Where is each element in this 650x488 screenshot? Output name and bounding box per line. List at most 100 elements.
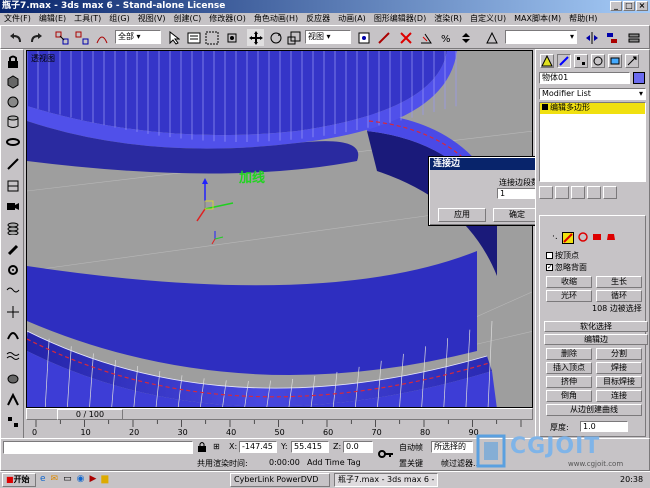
configure-sets-icon[interactable] — [603, 185, 617, 199]
menu-edit[interactable]: 编辑(E) — [35, 13, 70, 25]
split-button[interactable]: 分割 — [596, 348, 642, 360]
bind-space-warp-icon[interactable] — [93, 29, 110, 46]
tab-create[interactable] — [540, 54, 554, 68]
menu-animation[interactable]: 动画(A) — [334, 13, 370, 25]
select-and-link-icon[interactable] — [53, 29, 70, 46]
menu-graph-editors[interactable]: 图形编辑器(D) — [370, 13, 430, 25]
menu-customize[interactable]: 自定义(U) — [466, 13, 510, 25]
by-vertex-checkbox[interactable]: 按顶点 — [546, 250, 579, 261]
wave-icon[interactable] — [4, 282, 22, 298]
modifier-list-dropdown[interactable]: Modifier List ▾ — [539, 88, 646, 100]
system-icon[interactable] — [4, 414, 22, 430]
tab-display[interactable] — [608, 54, 622, 68]
redo-icon[interactable] — [27, 29, 44, 46]
align-icon[interactable] — [603, 29, 620, 46]
spacewarp-icon[interactable] — [4, 326, 22, 342]
shape-icon[interactable] — [4, 392, 22, 408]
menu-modifiers[interactable]: 修改器(O) — [205, 13, 250, 25]
weld-button[interactable]: 焊接 — [596, 362, 642, 374]
soft-selection-rollout-header[interactable]: 软化选择 — [544, 321, 648, 332]
rectangular-selection-icon[interactable] — [203, 29, 220, 46]
taskbar-item-3dsmax[interactable]: 瓶子7.max - 3ds max 6 - — [334, 473, 438, 487]
desktop-icon[interactable]: ▭ — [63, 474, 72, 484]
polygon-icon[interactable] — [592, 232, 602, 245]
camera-icon[interactable] — [4, 198, 22, 214]
teapot-icon[interactable] — [4, 370, 22, 386]
maxscript-listener-mini[interactable] — [3, 441, 193, 454]
menu-help[interactable]: 帮助(H) — [565, 13, 601, 25]
close-button[interactable]: × — [636, 1, 648, 11]
lock-selection-icon[interactable] — [197, 441, 207, 453]
x-coordinate-field[interactable]: -147.45 — [239, 441, 277, 453]
select-and-scale-icon[interactable] — [285, 29, 302, 46]
folder-icon[interactable]: ▆ — [101, 474, 108, 484]
z-coordinate-field[interactable]: 0.0 — [343, 441, 373, 453]
select-by-name-icon[interactable] — [185, 29, 202, 46]
create-shape-button[interactable]: 从边创建曲线 — [546, 404, 642, 416]
element-icon[interactable] — [606, 232, 616, 245]
track-bar[interactable]: 0 10 20 30 40 50 60 70 80 90 — [26, 420, 533, 438]
select-and-rotate-icon[interactable] — [267, 29, 284, 46]
show-end-result-icon[interactable] — [555, 185, 569, 199]
gear-icon[interactable] — [4, 262, 22, 278]
ie-icon[interactable]: e — [40, 474, 46, 484]
box-wire-icon[interactable] — [4, 178, 22, 194]
menu-character[interactable]: 角色动画(H) — [250, 13, 302, 25]
menu-group[interactable]: 组(G) — [105, 13, 133, 25]
set-key-button[interactable]: 置关键 — [399, 458, 423, 469]
layer-manager-icon[interactable] — [625, 29, 642, 46]
angle-snap-icon[interactable] — [417, 29, 434, 46]
y-coordinate-field[interactable]: 55.415 — [291, 441, 329, 453]
percent-snap-icon[interactable]: % — [437, 29, 454, 46]
bones-icon[interactable] — [4, 156, 22, 172]
border-icon[interactable] — [577, 232, 588, 245]
add-time-tag-button[interactable]: Add Time Tag — [307, 458, 361, 467]
apply-button[interactable]: 应用 — [438, 208, 486, 222]
maximize-button[interactable]: □ — [623, 1, 635, 11]
transform-gizmo[interactable] — [196, 178, 234, 222]
segments-spinner-input[interactable]: 1 — [497, 188, 539, 199]
pivot-center-icon[interactable] — [355, 29, 372, 46]
object-name-field[interactable]: 物体01 — [539, 72, 630, 84]
tab-hierarchy[interactable] — [574, 54, 588, 68]
shrink-button[interactable]: 收缩 — [546, 276, 592, 288]
edge-icon[interactable] — [561, 232, 574, 244]
tab-utilities[interactable] — [625, 54, 639, 68]
menu-maxscript[interactable]: MAX脚本(M) — [510, 13, 565, 25]
menu-file[interactable]: 文件(F) — [0, 13, 35, 25]
menu-tools[interactable]: 工具(T) — [70, 13, 105, 25]
cube-icon[interactable] — [4, 74, 22, 90]
ok-button[interactable]: 确定 — [493, 208, 541, 222]
edit-edges-rollout-header[interactable]: 编辑边 — [544, 334, 648, 345]
light-icon[interactable] — [4, 242, 22, 258]
absolute-mode-icon[interactable]: ⊞ — [213, 442, 220, 451]
select-and-move-icon[interactable] — [247, 29, 264, 46]
torus-icon[interactable] — [4, 134, 22, 150]
insert-vertex-button[interactable]: 插入顶点 — [546, 362, 592, 374]
menu-reactor[interactable]: 反应器 — [302, 13, 334, 25]
named-selection-sets-dropdown[interactable]: ▾ — [505, 30, 577, 44]
menu-rendering[interactable]: 渲染(R) — [430, 13, 466, 25]
tab-modify[interactable] — [557, 54, 571, 68]
menu-views[interactable]: 视图(V) — [134, 13, 170, 25]
named-selection-icon[interactable] — [483, 29, 500, 46]
manipulate-icon[interactable] — [375, 29, 392, 46]
menu-create[interactable]: 创建(C) — [169, 13, 205, 25]
window-crossing-icon[interactable] — [223, 29, 240, 46]
remove-button[interactable]: 删除 — [546, 348, 592, 360]
unlink-icon[interactable] — [73, 29, 90, 46]
perspective-viewport[interactable]: 透视图 加线 — [26, 50, 533, 408]
taskbar-item-powerdvd[interactable]: CyberLink PowerDVD — [230, 473, 330, 487]
helper-icon[interactable] — [4, 304, 22, 320]
tab-motion[interactable] — [591, 54, 605, 68]
viewport-label[interactable]: 透视图 — [31, 53, 55, 64]
pin-stack-icon[interactable] — [539, 185, 553, 199]
sphere-icon[interactable] — [4, 94, 22, 110]
chamfer-button[interactable]: 倒角 — [546, 390, 592, 402]
select-object-icon[interactable] — [165, 29, 182, 46]
create-lock-icon[interactable] — [4, 54, 22, 70]
key-mode-icon[interactable] — [377, 445, 395, 463]
object-color-swatch[interactable] — [633, 72, 645, 84]
extrude-button[interactable]: 挤伸 — [546, 376, 592, 388]
undo-icon[interactable] — [7, 29, 24, 46]
